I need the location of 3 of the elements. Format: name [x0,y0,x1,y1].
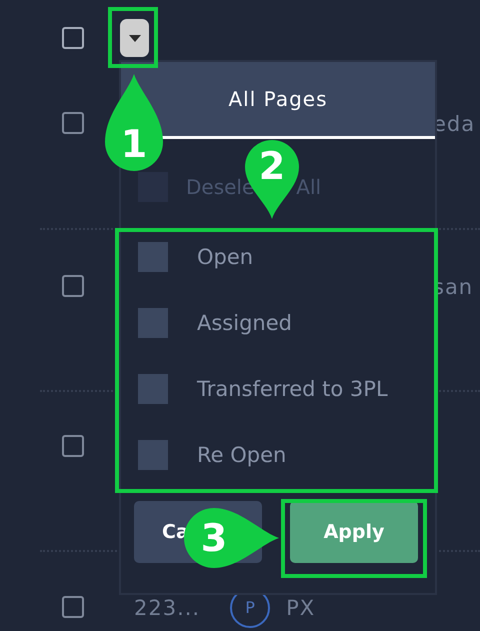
assignee-name: PX [286,596,316,620]
order-id: 223... [134,596,200,620]
step-tooltip: 1 [104,74,164,172]
